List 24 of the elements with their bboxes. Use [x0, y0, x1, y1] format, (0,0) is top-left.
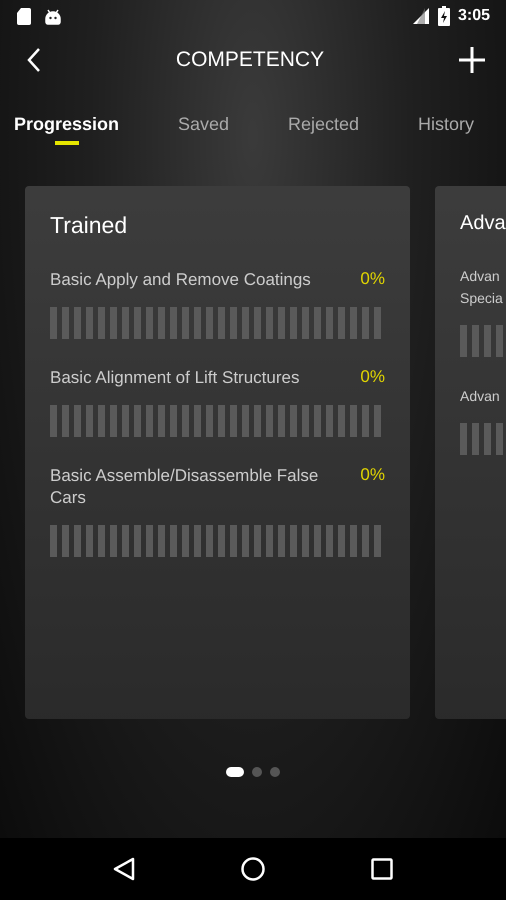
- status-time: 3:05: [458, 7, 490, 25]
- competency-name: Basic Assemble/Disassemble False Cars: [50, 465, 320, 509]
- competency-name: Advan Specia: [460, 267, 503, 308]
- card-title: Adva: [460, 212, 506, 235]
- percent-label: 0%: [360, 465, 385, 485]
- home-nav-icon[interactable]: [241, 857, 265, 881]
- tab[interactable]: History: [418, 108, 474, 145]
- competency-name: Advan: [460, 387, 500, 406]
- add-button[interactable]: [458, 46, 486, 74]
- competency-name: Basic Apply and Remove Coatings: [50, 269, 311, 291]
- screen-title: COMPETENCY: [176, 48, 324, 72]
- sd-card-icon: [16, 7, 32, 25]
- tab[interactable]: Rejected: [288, 108, 360, 145]
- battery-icon: [438, 6, 450, 26]
- android-icon: [44, 7, 62, 25]
- page-indicator[interactable]: [226, 767, 244, 777]
- back-nav-icon[interactable]: [113, 857, 135, 881]
- percent-label: 0%: [360, 269, 385, 289]
- recents-nav-icon[interactable]: [371, 858, 393, 880]
- competency-name: Basic Alignment of Lift Structures: [50, 367, 300, 389]
- back-button[interactable]: [26, 47, 42, 73]
- percent-label: 0%: [360, 367, 385, 387]
- card-title: Trained: [50, 212, 128, 239]
- tab[interactable]: Saved: [178, 108, 230, 145]
